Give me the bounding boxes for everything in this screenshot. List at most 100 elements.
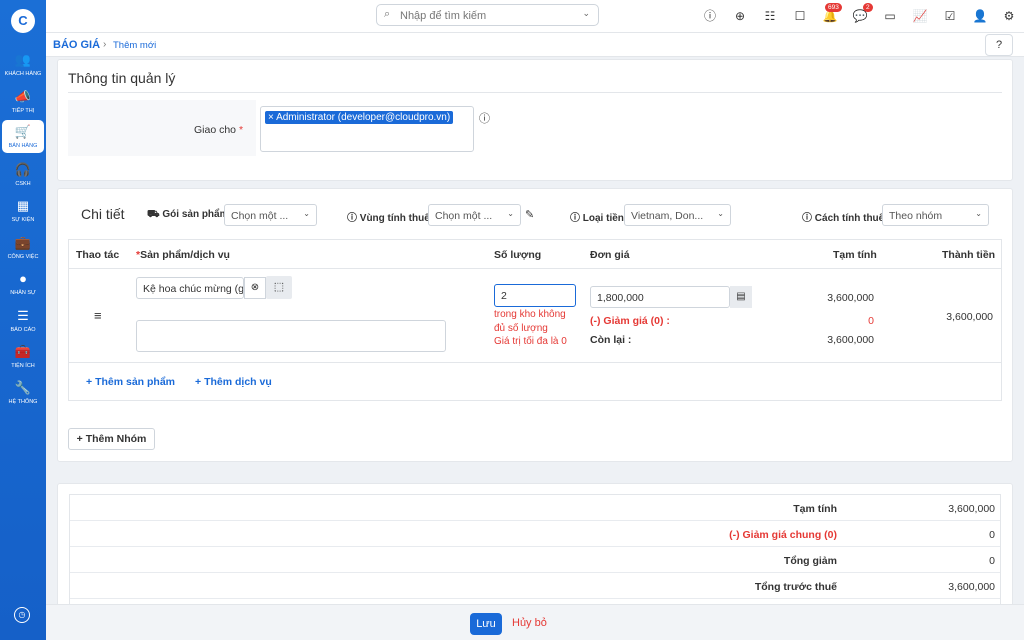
row-remain-value: 3,600,000 xyxy=(827,334,874,346)
col-header-price: Đơn giá xyxy=(590,249,630,261)
chevron-down-icon: ⌄ xyxy=(717,209,724,218)
summary-row: (-) Giảm giá chung (0) 0 xyxy=(70,521,1000,547)
person-icon: ● xyxy=(19,271,27,286)
chevron-right-icon: › xyxy=(103,39,107,50)
notification-count-badge: 693 xyxy=(825,3,842,12)
row-total: 3,600,000 xyxy=(946,311,993,323)
tax-method-select[interactable]: Theo nhóm ⌄ xyxy=(882,204,989,226)
app-logo[interactable]: C xyxy=(11,9,35,33)
task-check-icon[interactable]: ☑ xyxy=(942,8,958,24)
gear-icon[interactable]: ⚙ xyxy=(1001,8,1017,24)
product-picker-box-icon[interactable]: ⬚ xyxy=(266,276,292,299)
tax-region-select[interactable]: Chọn một ... ⌄ xyxy=(428,204,521,226)
breadcrumb-module[interactable]: BÁO GIÁ xyxy=(53,39,100,51)
sidebar-item-events[interactable]: ▦ SỰ KIỆN xyxy=(2,198,44,224)
clear-product-icon[interactable]: ⊗ xyxy=(244,277,266,299)
summary-row: Tổng giảm 0 xyxy=(70,547,1000,573)
pencil-icon[interactable]: ✎ xyxy=(525,208,534,221)
drag-handle-icon[interactable]: ≡ xyxy=(94,308,102,323)
remain-label: Còn lại : xyxy=(590,334,632,346)
list-icon[interactable]: ☷ xyxy=(762,8,778,24)
qty-input[interactable]: 2 xyxy=(494,284,576,307)
chart-line-icon[interactable]: 📈 xyxy=(912,8,928,24)
assign-to-field[interactable]: × Administrator (developer@cloudpro.vn) xyxy=(260,106,474,152)
add-group-button[interactable]: + Thêm Nhóm xyxy=(68,428,155,450)
sidebar-item-system[interactable]: 🔧 HỆ THỐNG xyxy=(2,380,44,406)
col-header-qty: Số lượng xyxy=(494,249,542,261)
add-service-link[interactable]: + Thêm dịch vụ xyxy=(195,376,272,388)
box-icon: ⛟ xyxy=(147,209,160,220)
cancel-button[interactable]: Hủy bỏ xyxy=(512,617,547,629)
chevron-down-icon: ⌄ xyxy=(975,209,982,218)
top-bar: ⌕ Nhập để tìm kiếm ⌄ ⓘ ⊕ ☷ ☐ 🔔 693 💬 2 ▭… xyxy=(46,0,1024,33)
product-input[interactable]: Kệ hoa chúc mừng (gỗ xyxy=(136,277,244,299)
assignee-tag[interactable]: × Administrator (developer@cloudpro.vn) xyxy=(265,111,454,124)
history-clock-icon[interactable]: ◷ xyxy=(14,607,30,623)
megaphone-icon: 📣 xyxy=(14,89,32,104)
col-header-action: Thao tác xyxy=(76,249,120,261)
col-header-product: *Sản phẩm/dịch vụ xyxy=(136,249,230,261)
tax-method-label: ⓘ Cách tính thuế xyxy=(802,213,885,224)
briefcase-icon: 💼 xyxy=(14,235,32,250)
form-footer: Lưu Hủy bỏ xyxy=(46,604,1024,640)
sidebar-item-sales[interactable]: 🛒 BÁN HÀNG xyxy=(2,120,44,153)
users-icon: 👥 xyxy=(14,52,32,67)
col-header-subtotal: Tạm tính xyxy=(833,249,877,261)
info-circle-icon: ⓘ xyxy=(570,213,580,224)
sidebar-item-reports[interactable]: ☰ BÁO CÁO xyxy=(2,308,44,334)
calendar-icon[interactable]: ▭ xyxy=(882,8,898,24)
wrench-icon: 🔧 xyxy=(14,380,32,395)
chat-count-badge: 2 xyxy=(863,3,873,12)
discount-link[interactable]: (-) Giảm giá (0) : xyxy=(590,315,670,327)
col-header-total: Thành tiền xyxy=(942,249,996,261)
global-search-box[interactable]: ⌕ Nhập để tìm kiếm ⌄ xyxy=(376,4,599,26)
sidebar-item-utilities[interactable]: 🧰 TIỆN ÍCH xyxy=(2,344,44,370)
help-button[interactable]: ? xyxy=(985,34,1013,56)
row-discount-value: 0 xyxy=(868,315,874,327)
sidebar-item-hr[interactable]: ● NHÂN SỰ xyxy=(2,271,44,297)
qty-error-text: trong kho không đủ số lượng Giá trị tối đa… xyxy=(494,309,567,347)
search-icon: ⌕ xyxy=(384,8,391,20)
question-circle-icon: ? xyxy=(995,39,1003,51)
section-title-management: Thông tin quản lý xyxy=(68,70,176,86)
currency-select[interactable]: Vietnam, Don... ⌄ xyxy=(624,204,731,226)
cart-icon: 🛒 xyxy=(14,124,32,139)
assign-label: Giao cho * xyxy=(194,124,244,136)
breadcrumb-page: Thêm mới xyxy=(113,40,157,51)
plus-icon: + xyxy=(86,376,96,388)
chevron-down-icon[interactable]: ⌄ xyxy=(582,8,590,19)
price-input[interactable]: 1,800,000 xyxy=(590,286,730,308)
section-title-detail: Chi tiết xyxy=(81,206,125,222)
info-circle-icon: ⓘ xyxy=(347,213,357,224)
search-placeholder[interactable]: Nhập để tìm kiếm xyxy=(400,10,486,22)
remove-tag-icon[interactable]: × xyxy=(268,112,274,123)
sidebar-item-tasks[interactable]: 💼 CÔNG VIỆC xyxy=(2,235,44,261)
package-select[interactable]: Chọn một ... ⌄ xyxy=(224,204,317,226)
general-discount-link[interactable]: (-) Giảm giá chung (0) xyxy=(729,529,837,541)
user-icon[interactable]: 👤 xyxy=(972,8,988,24)
tax-region-label: ⓘ Vùng tính thuế xyxy=(347,213,430,224)
sidebar: C 👥 KHÁCH HÀNG 📣 TIẾP THỊ 🛒 BÁN HÀNG 🎧 CSKH … xyxy=(0,0,46,640)
breadcrumb: BÁO GIÁ › Thêm mới ? xyxy=(46,33,1024,57)
price-list-icon[interactable]: ▤ xyxy=(730,286,752,308)
info-circle-icon[interactable]: ⓘ xyxy=(479,110,490,126)
sidebar-item-marketing[interactable]: 📣 TIẾP THỊ xyxy=(2,89,44,115)
toolbox-icon: 🧰 xyxy=(14,344,32,359)
chevron-down-icon: ⌄ xyxy=(303,209,310,218)
plus-circle-icon[interactable]: ⊕ xyxy=(732,8,748,24)
product-description-textarea[interactable] xyxy=(136,320,446,352)
divider xyxy=(69,268,1001,269)
sidebar-item-customer-care[interactable]: 🎧 CSKH xyxy=(2,162,44,188)
headset-icon: 🎧 xyxy=(14,162,32,177)
info-circle-icon[interactable]: ⓘ xyxy=(702,8,718,24)
plus-icon: + xyxy=(195,376,205,388)
summary-row: Tạm tính 3,600,000 xyxy=(70,495,1000,521)
plus-icon: + xyxy=(76,433,86,445)
checkbox-notification-icon[interactable]: ☐ xyxy=(792,8,808,24)
divider xyxy=(68,92,1002,93)
sidebar-item-customers[interactable]: 👥 KHÁCH HÀNG xyxy=(2,52,44,78)
save-button[interactable]: Lưu xyxy=(470,613,502,635)
divider xyxy=(69,362,1001,363)
add-product-link[interactable]: + Thêm sản phẩm xyxy=(86,376,175,388)
row-subtotal: 3,600,000 xyxy=(827,292,874,304)
